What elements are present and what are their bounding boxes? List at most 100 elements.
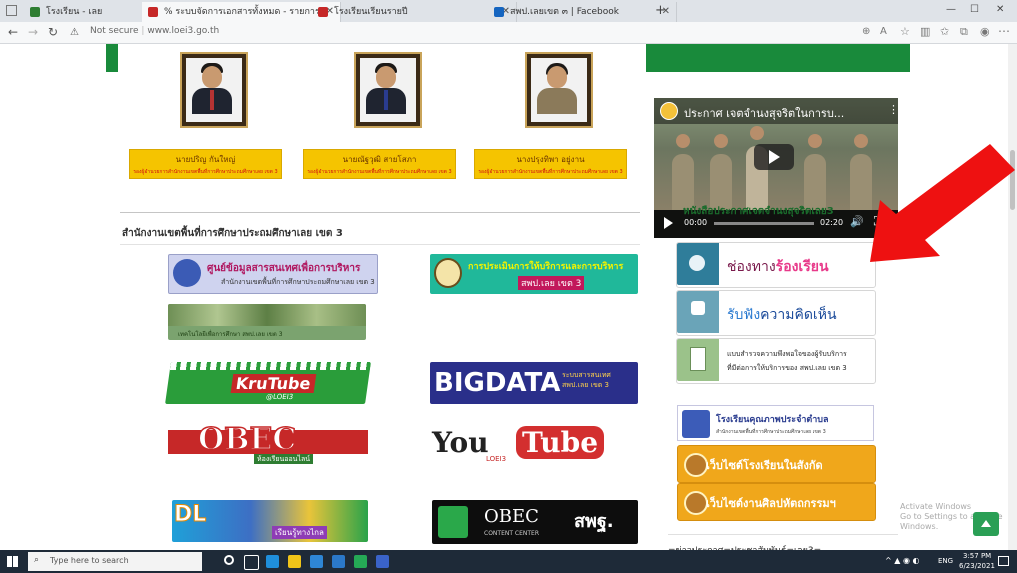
dlit-banner[interactable]: DL เรียนรู้ทางไกล (172, 500, 368, 542)
word-icon[interactable] (376, 555, 389, 568)
obec-banner[interactable]: OBEC ห้องเรียนออนไลน์ (168, 420, 368, 464)
read-aloud-icon[interactable]: A (880, 26, 887, 37)
zoom-icon[interactable]: ⊕ (862, 26, 870, 37)
service-assessment-banner[interactable]: การประเมินการให้บริการและการบริหาร สพป.เ… (430, 254, 638, 294)
url-text: www.loei3.go.th (147, 26, 220, 36)
official-photo-1 (178, 50, 248, 136)
banner-caption: เทคโนโลยีเพื่อการศึกษา สพป.เลย เขต 3 (178, 331, 283, 338)
warning-icon[interactable]: ⚠ (70, 27, 79, 38)
tab-favicon-icon (494, 7, 504, 17)
feedback-person-icon (677, 291, 719, 333)
quality-school-title: โรงเรียนคุณภาพประจำตำบล (716, 415, 829, 425)
cortana-icon[interactable] (224, 555, 234, 565)
feedback-prefix: รับฟัง (727, 307, 761, 323)
chrome-icon[interactable] (354, 555, 367, 568)
info-center-banner[interactable]: ศูนย์ข้อมูลสารสนเทศเพื่อการบริหาร สำนักง… (168, 254, 378, 294)
tray-icons[interactable]: ^ ▲ ◉ ◐ (885, 556, 919, 565)
new-tab-button[interactable]: + (655, 3, 666, 18)
tab-favicon-icon (148, 7, 158, 17)
complaint-prefix: ช่องทาง (727, 259, 776, 275)
not-secure-label: Not secure (90, 26, 139, 36)
obec-content-center-banner[interactable]: OBEC CONTENT CENTER สพฐ. (432, 500, 638, 544)
clock-time[interactable]: 3:57 PM (963, 552, 991, 560)
tab-4[interactable]: สพป.เลยเขต ๓ | Facebook ✕ (488, 2, 677, 22)
close-window-button[interactable]: ✕ (996, 4, 1004, 15)
red-arrow-annotation (870, 144, 1015, 262)
info-center-logo-icon (173, 259, 201, 287)
refresh-icon[interactable]: ↻ (48, 25, 58, 39)
minimize-button[interactable]: — (946, 4, 956, 15)
banner-subtitle: สำนักงานเขตพื้นที่การศึกษาประถมศึกษาเลย … (221, 278, 375, 286)
content-center-logo-icon (438, 506, 468, 538)
campus-photo (168, 304, 366, 326)
divider (120, 244, 640, 245)
complaint-label: ช่องทางร้องเรียน (727, 256, 829, 278)
file-explorer-icon[interactable] (288, 555, 301, 568)
video-more-icon[interactable]: ⋮ (888, 103, 898, 116)
play-icon (769, 150, 780, 164)
youtube-you: You (432, 426, 489, 459)
mail-icon[interactable] (332, 555, 345, 568)
satisfaction-survey-button[interactable]: แบบสำรวจความพึงพอใจของผู้รับบริการ ที่มี… (676, 338, 876, 384)
bigdata-banner[interactable]: BIGDATA ระบบสารสนเทศ สพป.เลย เขต 3 (430, 362, 638, 404)
youtube-banner[interactable]: You Tube LOEI3 (430, 422, 638, 466)
tab-label: สพป.เลยเขต ๓ | Facebook (510, 7, 619, 17)
video-title: ประกาศ เจตจำนงสุจริตในการบ... (684, 107, 845, 120)
web-page: นายปริญ กันใหญ่ รองผู้อำนวยการสำนักงานเข… (0, 44, 1017, 550)
tech-education-banner[interactable]: เทคโนโลยีเพื่อการศึกษา สพป.เลย เขต 3 (168, 304, 366, 340)
obec-content-title: OBEC (484, 506, 539, 527)
more-menu-icon[interactable]: ⋯ (998, 24, 1010, 38)
krutube-title: KruTube (230, 374, 316, 393)
split-screen-icon[interactable]: ▥ (920, 25, 930, 38)
obec-content-thai: สพฐ. (574, 511, 614, 532)
collections-icon[interactable]: ⧉ (960, 25, 968, 39)
page-scrollbar[interactable] (1008, 44, 1017, 550)
official-name: นายปริญ กันใหญ่ (175, 155, 236, 164)
video-title-bar: ประกาศ เจตจำนงสุจริตในการบ... ⋮ (654, 98, 898, 124)
favorite-star-icon[interactable]: ☆ (900, 25, 910, 38)
banner-subtitle: สพป.เลย เขต 3 (518, 276, 585, 290)
feedback-button[interactable]: รับฟังความคิดเห็น (676, 290, 876, 336)
clipboard-icon (677, 339, 719, 381)
arts-crafts-button[interactable]: เว็บไซต์งานศิลปหัตถกรรมฯ (677, 483, 876, 521)
forward-arrow-icon[interactable]: → (28, 25, 38, 39)
video-figure-head (750, 126, 764, 140)
sidebar-heading[interactable]: หนังสือประกาศเจตจำนงสุจริตเลย3 (683, 204, 834, 219)
survey-line-2: ที่มีต่อการให้บริการของ สพป.เลย เขต 3 (727, 364, 847, 372)
back-to-top-button[interactable] (973, 512, 999, 536)
clock-date[interactable]: 6/23/2021 (959, 562, 995, 570)
official-photo-2 (352, 50, 422, 136)
store-icon[interactable] (310, 555, 323, 568)
official-photo-3 (523, 50, 593, 136)
taskbar-search-box[interactable]: ⌕ Type here to search (28, 552, 202, 571)
edge-browser-icon[interactable] (266, 555, 279, 568)
divider (120, 212, 640, 213)
official-position: รองผู้อำนวยการสำนักงานเขตพื้นที่การศึกษา… (133, 169, 278, 175)
seal-icon (684, 491, 708, 515)
seal-icon (684, 453, 708, 477)
task-view-icon[interactable] (244, 555, 259, 570)
notifications-icon[interactable] (998, 556, 1009, 566)
tab-label: % ระบบจัดการเอกสารทั้งหมด - รายการ (164, 7, 320, 17)
bigdata-title: BIGDATA (434, 368, 561, 398)
play-button[interactable] (754, 144, 794, 170)
school-websites-button[interactable]: เว็บไซต์โรงเรียนในสังกัด (677, 445, 876, 483)
back-arrow-icon[interactable]: ← (8, 25, 18, 39)
windows-start-icon[interactable] (7, 556, 18, 567)
tab-3[interactable]: โรงเรียนเรียนรายปี ✕ (312, 2, 517, 22)
activate-windows-watermark: Activate Windows Go to Settings to activ… (900, 502, 1017, 532)
bigdata-subtitle: ระบบสารสนเทศ สพป.เลย เขต 3 (562, 371, 611, 389)
video-progress-bar[interactable] (714, 222, 814, 225)
favorites-icon[interactable]: ✩ (940, 25, 949, 38)
obec-title: OBEC (197, 421, 297, 458)
maximize-button[interactable]: ☐ (970, 4, 979, 15)
window-menu-icon[interactable] (6, 5, 17, 16)
krutube-banner[interactable]: KruTube @LOEI3 (165, 362, 371, 404)
url-field[interactable]: Not secure | www.loei3.go.th (90, 26, 219, 36)
dlit-title: DL (173, 502, 207, 528)
video-figure (710, 154, 732, 210)
language-indicator[interactable]: ENG (938, 557, 953, 565)
profile-icon[interactable]: ◉ (980, 25, 990, 38)
play-small-icon[interactable] (664, 217, 673, 229)
quality-school-banner[interactable]: โรงเรียนคุณภาพประจำตำบล สำนักงานเขตพื้นท… (677, 405, 874, 441)
